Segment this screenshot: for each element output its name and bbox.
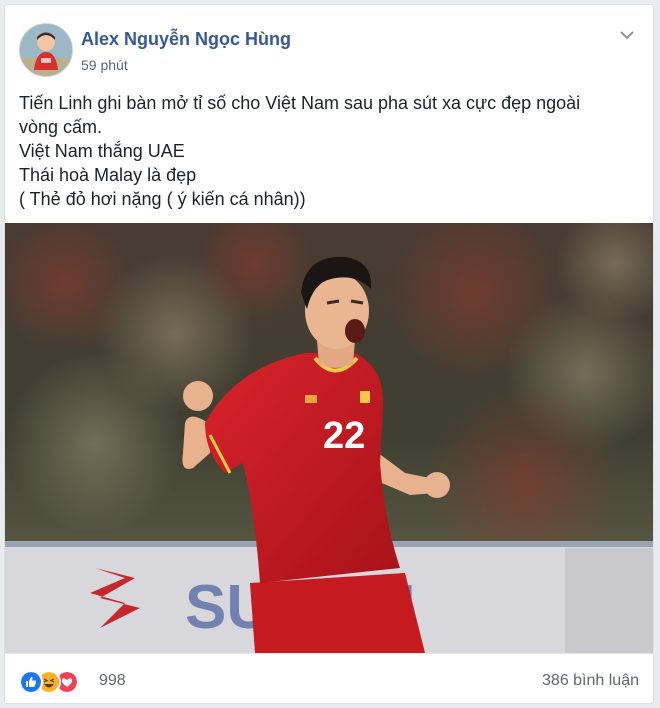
- post-text-line: ( Thẻ đỏ hơi nặng ( ý kiến cá nhân)): [19, 189, 306, 209]
- post-text-line: vòng cấm.: [19, 117, 103, 137]
- avatar[interactable]: [19, 23, 73, 77]
- chevron-down-icon[interactable]: [619, 29, 635, 41]
- post-photo[interactable]: SUZUKI: [5, 223, 653, 653]
- comment-count[interactable]: 386 bình luận: [542, 672, 639, 690]
- post-card: Alex Nguyễn Ngọc Hùng 59 phút Tiến Linh …: [4, 4, 654, 704]
- post-text-line: Tiến Linh ghi bàn mở tỉ số cho Việt Nam …: [19, 93, 581, 113]
- post-timestamp[interactable]: 59 phút: [81, 57, 128, 73]
- post-text: Tiến Linh ghi bàn mở tỉ số cho Việt Nam …: [19, 91, 629, 211]
- post-header: Alex Nguyễn Ngọc Hùng 59 phút: [19, 23, 639, 79]
- like-icon[interactable]: [19, 670, 43, 694]
- football-player-photo: SUZUKI: [5, 223, 653, 653]
- post-text-line: Việt Nam thắng UAE: [19, 141, 185, 161]
- author-name[interactable]: Alex Nguyễn Ngọc Hùng: [81, 29, 291, 50]
- post-text-line: Thái hoà Malay là đẹp: [19, 165, 197, 185]
- reaction-count[interactable]: 998: [99, 672, 126, 690]
- post-footer: 998 386 bình luận: [5, 653, 653, 703]
- jersey-number: 22: [323, 415, 365, 457]
- avatar-image: [20, 24, 72, 76]
